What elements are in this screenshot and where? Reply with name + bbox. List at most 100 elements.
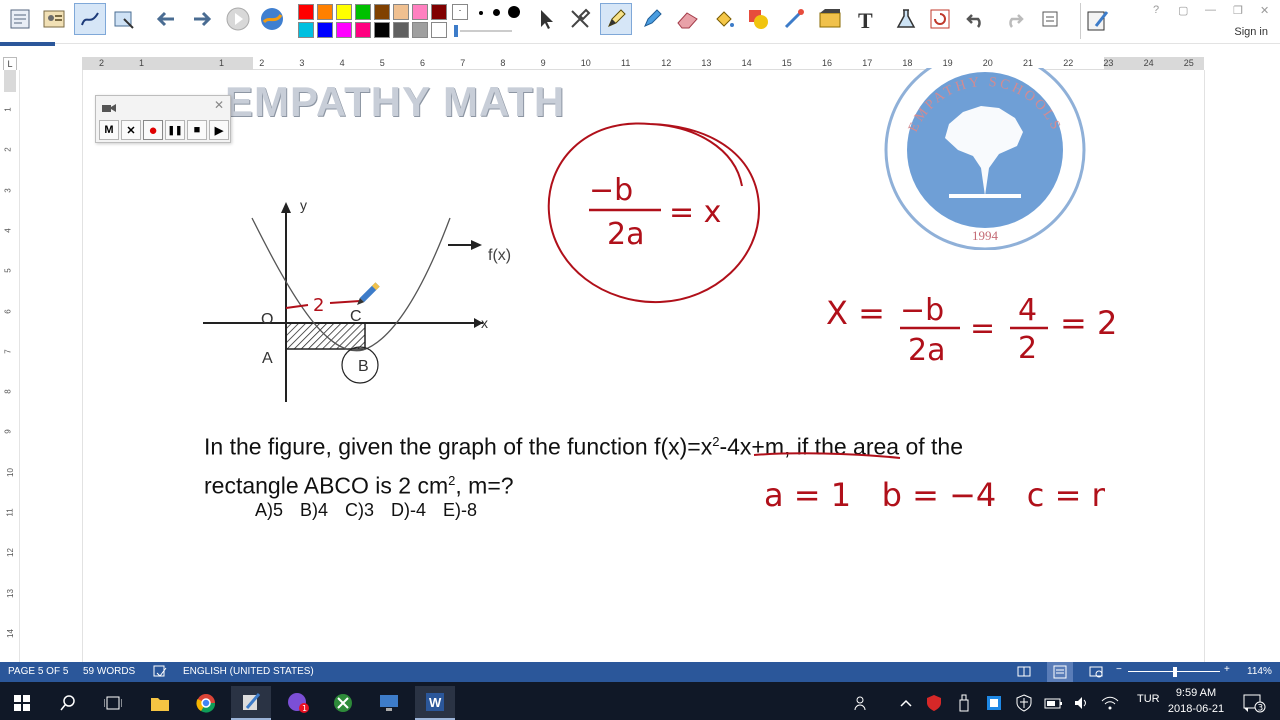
cursor-pointer-icon[interactable]: [530, 3, 562, 35]
pen-size-xlarge[interactable]: [508, 6, 520, 18]
clear-flask-icon[interactable]: [890, 3, 922, 35]
zoom-slider-thumb[interactable]: [1173, 667, 1177, 677]
color-swatch[interactable]: [317, 22, 333, 38]
pen-size-large[interactable]: [493, 9, 500, 16]
refresh-icon[interactable]: [924, 3, 956, 35]
function-graph: y x f(x) O A B C 2: [203, 197, 511, 402]
input-language[interactable]: TUR: [1137, 693, 1160, 705]
page-count[interactable]: PAGE 5 OF 5: [8, 666, 68, 677]
pen-cursor-icon: [357, 282, 380, 305]
color-swatch[interactable]: [393, 4, 409, 20]
color-swatch[interactable]: [355, 4, 371, 20]
proofing-icon[interactable]: [153, 665, 167, 681]
word-icon[interactable]: W: [415, 686, 455, 720]
show-hidden-icons-button[interactable]: [894, 686, 918, 720]
tools-settings-icon[interactable]: [108, 3, 140, 35]
line-width-slider[interactable]: [454, 24, 514, 37]
fill-bucket-icon[interactable]: [708, 3, 740, 35]
text-tool-icon[interactable]: T: [850, 3, 882, 35]
color-swatch[interactable]: [393, 22, 409, 38]
recorder-mode-button[interactable]: M: [99, 120, 119, 140]
annotate-mode-icon[interactable]: [74, 3, 106, 35]
word-count[interactable]: 59 WORDS: [83, 666, 135, 677]
forward-arrow-icon[interactable]: [186, 3, 218, 35]
volume-icon[interactable]: [1070, 686, 1094, 720]
messenger-icon[interactable]: 1: [278, 686, 318, 720]
ruler-tick-label: 2: [3, 147, 13, 153]
recorder-widget[interactable]: ✕ M ✕ ● ❚❚ ■ ▶: [95, 95, 231, 143]
web-layout-icon[interactable]: [1089, 665, 1103, 681]
pen-size-small[interactable]: ·: [452, 4, 468, 20]
print-layout-icon[interactable]: [1047, 662, 1073, 682]
record-button[interactable]: ●: [143, 120, 163, 140]
undo-icon[interactable]: [960, 3, 992, 35]
zoom-in-button[interactable]: +: [1224, 664, 1230, 675]
contacts-icon[interactable]: [38, 3, 70, 35]
color-swatch[interactable]: [374, 4, 390, 20]
power-icon[interactable]: [1042, 686, 1066, 720]
people-icon[interactable]: [850, 686, 874, 720]
file-explorer-icon[interactable]: [140, 686, 180, 720]
color-swatch[interactable]: [355, 22, 371, 38]
highlighter-icon[interactable]: [636, 3, 668, 35]
ribbon-display-button[interactable]: ▢: [1178, 4, 1188, 17]
eraser-icon[interactable]: [672, 3, 704, 35]
usb-device-icon[interactable]: [952, 686, 976, 720]
color-swatch[interactable]: [431, 22, 447, 38]
remote-desktop-icon[interactable]: [369, 686, 409, 720]
restore-button[interactable]: ❐: [1233, 4, 1243, 17]
chrome-icon[interactable]: [186, 686, 226, 720]
security-shield-icon[interactable]: [922, 686, 946, 720]
ruler-tick-label: 24: [1143, 58, 1154, 68]
pause-button[interactable]: ❚❚: [165, 120, 185, 140]
xbox-icon[interactable]: [323, 686, 363, 720]
defender-icon[interactable]: [1012, 686, 1036, 720]
color-swatch[interactable]: [298, 4, 314, 20]
notification-center-icon[interactable]: 3: [1234, 686, 1274, 720]
play-icon[interactable]: [222, 3, 254, 35]
minimize-button[interactable]: —: [1205, 4, 1216, 16]
tools-wrench-icon[interactable]: [564, 3, 596, 35]
tab-selector-button[interactable]: L: [3, 57, 17, 71]
color-swatch[interactable]: [431, 4, 447, 20]
color-swatch[interactable]: [374, 22, 390, 38]
wifi-icon[interactable]: [1098, 686, 1122, 720]
menu-icon[interactable]: [1034, 3, 1066, 35]
color-swatch[interactable]: [336, 4, 352, 20]
system-clock[interactable]: 9:59 AM 2018-06-21: [1166, 685, 1226, 717]
zoom-out-button[interactable]: −: [1116, 664, 1122, 675]
line-tool-icon[interactable]: [778, 3, 810, 35]
pen-size-medium[interactable]: [479, 11, 483, 15]
recorder-cancel-button[interactable]: ✕: [121, 120, 141, 140]
stop-button[interactable]: ■: [187, 120, 207, 140]
recorder-close-icon[interactable]: ✕: [214, 98, 224, 112]
redo-icon[interactable]: [998, 3, 1030, 35]
browser-globe-icon[interactable]: [256, 3, 288, 35]
start-button[interactable]: [2, 686, 42, 720]
ruler-tick-label: 8: [3, 389, 13, 394]
language-indicator[interactable]: ENGLISH (UNITED STATES): [183, 666, 314, 677]
shapes-icon[interactable]: [742, 3, 774, 35]
resume-button[interactable]: ▶: [209, 120, 229, 140]
color-swatch[interactable]: [336, 22, 352, 38]
screen-capture-icon[interactable]: [814, 3, 846, 35]
color-swatch[interactable]: [317, 4, 333, 20]
color-swatch[interactable]: [298, 22, 314, 38]
help-button[interactable]: ?: [1153, 4, 1159, 16]
color-swatch[interactable]: [412, 22, 428, 38]
annotate-document-icon[interactable]: [1080, 3, 1114, 39]
search-icon[interactable]: [48, 686, 88, 720]
pen-tool-icon[interactable]: [600, 3, 632, 35]
read-mode-icon[interactable]: [1017, 665, 1031, 681]
close-window-button[interactable]: ✕: [1260, 4, 1269, 17]
ruler-tick-label: 6: [420, 58, 426, 68]
zoom-level[interactable]: 114%: [1247, 666, 1272, 677]
task-view-icon[interactable]: [93, 686, 133, 720]
network-monitor-icon[interactable]: [982, 686, 1006, 720]
back-arrow-icon[interactable]: [150, 3, 182, 35]
annotation-app-icon[interactable]: [231, 686, 271, 720]
vertical-ruler[interactable]: 1 2 3 4 5 6 7 8 9 10 11 12 13 14: [0, 70, 20, 662]
sign-in-link[interactable]: Sign in: [1234, 26, 1268, 38]
desktop-icon[interactable]: [4, 3, 36, 35]
color-swatch[interactable]: [412, 4, 428, 20]
